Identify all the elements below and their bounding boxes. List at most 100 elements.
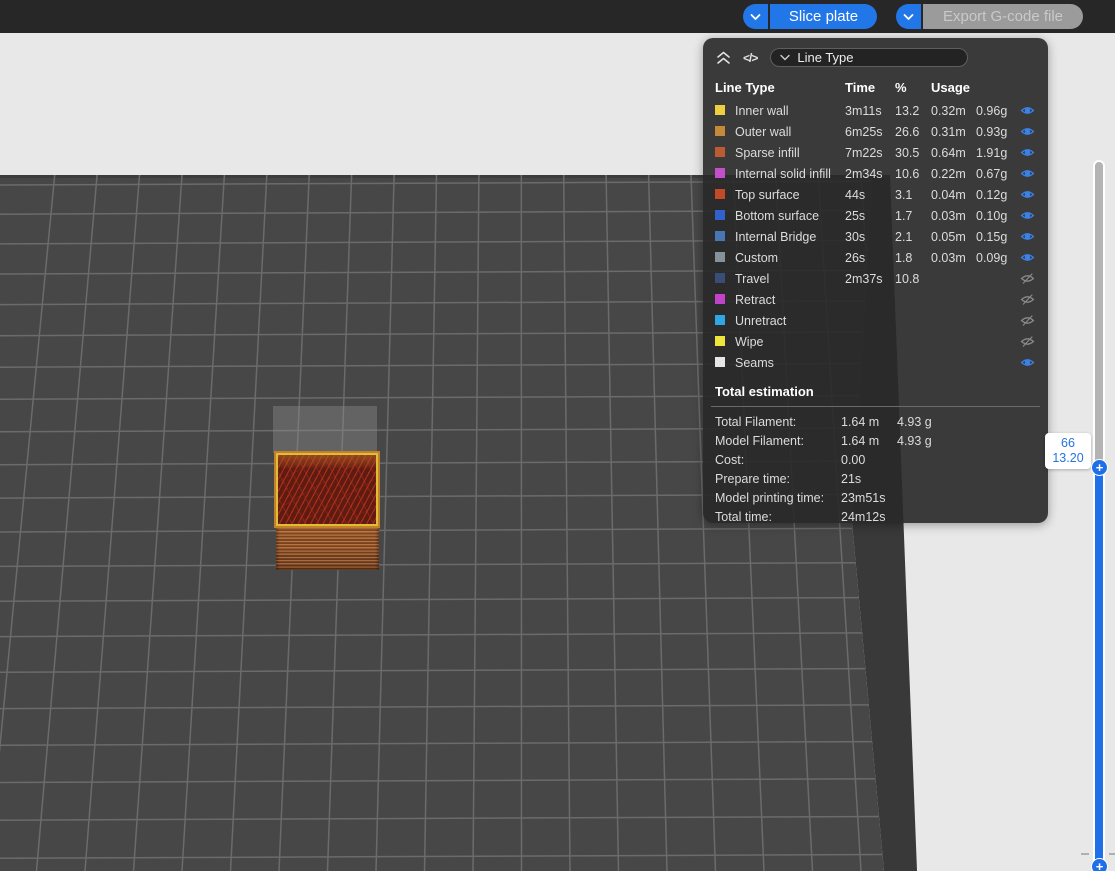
line-type-row: Retract bbox=[703, 289, 1048, 310]
line-type-row: Travel2m37s10.8 bbox=[703, 268, 1048, 289]
eye-visible-icon bbox=[1020, 229, 1035, 244]
line-type-swatch bbox=[715, 231, 725, 241]
line-type-length: 0.03m bbox=[931, 251, 976, 265]
one-layer-tick bbox=[1081, 853, 1089, 855]
eye-visible-icon bbox=[1020, 124, 1035, 139]
line-type-length: 0.22m bbox=[931, 167, 976, 181]
visibility-toggle[interactable] bbox=[1020, 187, 1048, 202]
export-gcode-button[interactable]: Export G-code file bbox=[923, 4, 1083, 29]
totals-label: Model printing time: bbox=[715, 491, 841, 505]
totals-row: Model Filament:1.64 m4.93 g bbox=[703, 431, 1048, 450]
line-type-pct: 10.6 bbox=[895, 167, 931, 181]
layer-height-mm: 13.20 bbox=[1052, 451, 1083, 466]
line-type-weight: 0.10g bbox=[976, 209, 1020, 223]
line-type-table-header: Line Type Time % Usage bbox=[703, 71, 1048, 100]
eye-hidden-icon bbox=[1020, 271, 1035, 286]
gcode-viewer-button[interactable]: </> bbox=[743, 51, 757, 65]
line-type-pct: 30.5 bbox=[895, 146, 931, 160]
slice-dropdown-button[interactable] bbox=[743, 4, 768, 29]
slice-plate-button[interactable]: Slice plate bbox=[770, 4, 877, 29]
line-type-time: 3m11s bbox=[845, 104, 895, 118]
line-type-weight: 0.96g bbox=[976, 104, 1020, 118]
line-type-swatch bbox=[715, 252, 725, 262]
plus-icon: + bbox=[1096, 461, 1104, 474]
line-type-swatch bbox=[715, 189, 725, 199]
visibility-toggle[interactable] bbox=[1020, 334, 1048, 349]
visibility-toggle[interactable] bbox=[1020, 355, 1048, 370]
double-chevron-up-icon bbox=[715, 50, 732, 65]
line-type-time: 2m37s bbox=[845, 272, 895, 286]
totals-value-1: 0.00 bbox=[841, 453, 897, 467]
line-type-label: Internal Bridge bbox=[735, 230, 845, 244]
visibility-toggle[interactable] bbox=[1020, 208, 1048, 223]
line-type-row: Inner wall3m11s13.20.32m0.96g bbox=[703, 100, 1048, 121]
total-estimation-title: Total estimation bbox=[703, 373, 1048, 406]
line-type-row: Top surface44s3.10.04m0.12g bbox=[703, 184, 1048, 205]
eye-visible-icon bbox=[1020, 103, 1035, 118]
visibility-toggle[interactable] bbox=[1020, 271, 1048, 286]
line-type-rows: Inner wall3m11s13.20.32m0.96gOuter wall6… bbox=[703, 100, 1048, 373]
line-type-row: Outer wall6m25s26.60.31m0.93g bbox=[703, 121, 1048, 142]
line-type-swatch bbox=[715, 168, 725, 178]
totals-label: Model Filament: bbox=[715, 434, 841, 448]
view-type-dropdown[interactable]: Line Type bbox=[770, 48, 968, 67]
visibility-toggle[interactable] bbox=[1020, 229, 1048, 244]
line-type-row: Bottom surface25s1.70.03m0.10g bbox=[703, 205, 1048, 226]
totals-rows: Total Filament:1.64 m4.93 gModel Filamen… bbox=[703, 412, 1048, 526]
line-type-length: 0.05m bbox=[931, 230, 976, 244]
col-header-pct: % bbox=[895, 80, 931, 95]
line-type-label: Internal solid infill bbox=[735, 167, 845, 181]
line-type-time: 2m34s bbox=[845, 167, 895, 181]
visibility-toggle[interactable] bbox=[1020, 313, 1048, 328]
top-toolbar: Slice plate Export G-code file bbox=[0, 0, 1115, 33]
eye-visible-icon bbox=[1020, 250, 1035, 265]
totals-label: Cost: bbox=[715, 453, 841, 467]
totals-value-1: 24m12s bbox=[841, 510, 897, 524]
printed-model-front-wall bbox=[276, 528, 379, 570]
eye-hidden-icon bbox=[1020, 292, 1035, 307]
totals-value-2: 4.93 g bbox=[897, 434, 1036, 448]
visibility-toggle[interactable] bbox=[1020, 292, 1048, 307]
eye-visible-icon bbox=[1020, 208, 1035, 223]
visibility-toggle[interactable] bbox=[1020, 166, 1048, 181]
layer-slider-bottom-handle[interactable]: + bbox=[1091, 858, 1108, 871]
one-layer-tick bbox=[1109, 853, 1115, 855]
line-type-pct: 1.8 bbox=[895, 251, 931, 265]
plus-icon: + bbox=[1096, 860, 1104, 871]
totals-label: Prepare time: bbox=[715, 472, 841, 486]
layer-slider-track[interactable] bbox=[1093, 160, 1105, 868]
collapse-panel-button[interactable] bbox=[715, 50, 732, 65]
layer-slider-selected-range bbox=[1095, 465, 1103, 866]
legend-panel-header: </> Line Type bbox=[703, 38, 1048, 71]
line-type-length: 0.32m bbox=[931, 104, 976, 118]
visibility-toggle[interactable] bbox=[1020, 250, 1048, 265]
layer-slider-top-handle[interactable]: + bbox=[1091, 459, 1108, 476]
line-type-length: 0.03m bbox=[931, 209, 976, 223]
preview-legend-panel: </> Line Type Line Type Time % Usage Inn… bbox=[703, 38, 1048, 523]
export-gcode-label: Export G-code file bbox=[943, 8, 1063, 25]
line-type-swatch bbox=[715, 210, 725, 220]
line-type-label: Unretract bbox=[735, 314, 845, 328]
line-type-swatch bbox=[715, 315, 725, 325]
visibility-toggle[interactable] bbox=[1020, 145, 1048, 160]
line-type-label: Bottom surface bbox=[735, 209, 845, 223]
line-type-swatch bbox=[715, 126, 725, 136]
line-type-time: 30s bbox=[845, 230, 895, 244]
visibility-toggle[interactable] bbox=[1020, 124, 1048, 139]
totals-value-1: 23m51s bbox=[841, 491, 897, 505]
line-type-swatch bbox=[715, 357, 725, 367]
totals-value-1: 1.64 m bbox=[841, 415, 897, 429]
code-icon: </> bbox=[743, 51, 757, 65]
visibility-toggle[interactable] bbox=[1020, 103, 1048, 118]
line-type-weight: 0.09g bbox=[976, 251, 1020, 265]
line-type-swatch bbox=[715, 105, 725, 115]
export-dropdown-button[interactable] bbox=[896, 4, 921, 29]
chevron-down-icon bbox=[780, 54, 790, 61]
line-type-row: Internal Bridge30s2.10.05m0.15g bbox=[703, 226, 1048, 247]
model-unprinted-ghost bbox=[273, 406, 377, 453]
layer-slider-upper-range bbox=[1095, 162, 1103, 465]
col-header-time: Time bbox=[845, 80, 895, 95]
line-type-time: 7m22s bbox=[845, 146, 895, 160]
line-type-time: 26s bbox=[845, 251, 895, 265]
line-type-swatch bbox=[715, 147, 725, 157]
